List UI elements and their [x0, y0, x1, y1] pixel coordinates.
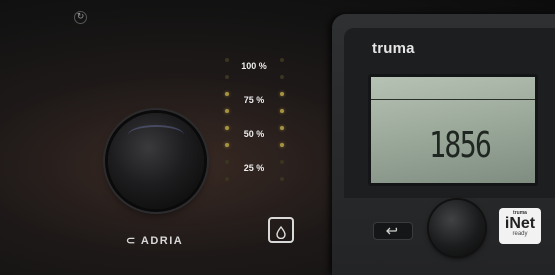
- adria-rotary-knob[interactable]: [108, 113, 204, 209]
- truma-logo: truma: [372, 40, 415, 57]
- level-dot: [280, 126, 284, 130]
- level-dot: [280, 75, 284, 79]
- truma-rotary-knob[interactable]: [429, 200, 485, 256]
- lcd-divider-line: [371, 99, 535, 100]
- level-dots-right: [280, 58, 284, 194]
- return-arrow-icon: [386, 226, 398, 234]
- water-level-button[interactable]: [268, 217, 294, 243]
- level-dot: [225, 177, 229, 181]
- control-panel-photo: ↻ ⊂ ADRIA 100 % 75 % 50 % 25 % truma 185…: [0, 0, 555, 275]
- level-dot: [280, 177, 284, 181]
- level-dot: [225, 75, 229, 79]
- level-dot: [225, 143, 229, 147]
- level-dot: [225, 92, 229, 96]
- back-button[interactable]: [373, 222, 413, 240]
- level-dot: [280, 109, 284, 113]
- inet-badge-title: iNet: [504, 215, 536, 232]
- level-dot: [225, 109, 229, 113]
- adria-logo: ⊂ ADRIA: [126, 235, 184, 247]
- level-label-100: 100 %: [241, 61, 267, 71]
- level-dot: [225, 126, 229, 130]
- lcd-value: 1856: [429, 125, 492, 166]
- level-label-75: 75 %: [243, 95, 265, 105]
- level-dot: [280, 58, 284, 62]
- water-drop-icon: [276, 226, 286, 239]
- level-dot: [280, 92, 284, 96]
- level-label-50: 50 %: [243, 129, 265, 139]
- level-dots-left: [225, 58, 229, 194]
- adria-logo-mark: ⊂: [126, 235, 141, 247]
- level-dot: [280, 160, 284, 164]
- level-dot: [280, 143, 284, 147]
- level-dot: [225, 160, 229, 164]
- level-label-25: 25 %: [243, 163, 265, 173]
- knob-highlight: [128, 125, 184, 145]
- inet-ready-badge: truma iNet ready: [499, 208, 541, 244]
- screw-icon: ↻: [74, 11, 87, 24]
- level-dot: [225, 58, 229, 62]
- truma-lcd-display: 1856: [368, 74, 538, 186]
